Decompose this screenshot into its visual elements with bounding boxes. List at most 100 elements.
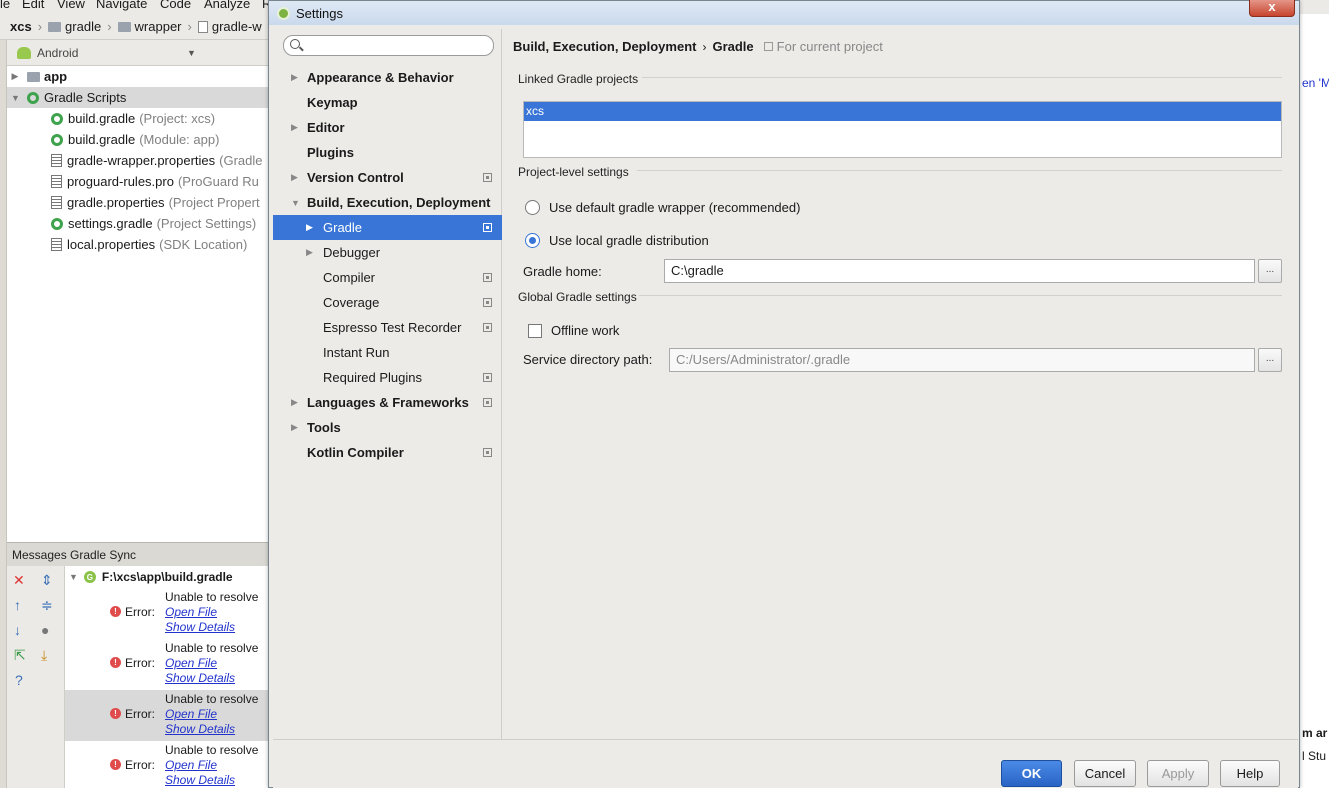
collapse-arrow-icon[interactable]: ▼ [69, 572, 78, 582]
nav-tools[interactable]: ▶ Tools [273, 415, 502, 440]
filter-errors-icon[interactable]: ● [41, 622, 49, 638]
tree-item-gradle-scripts[interactable]: ▼ Gradle Scripts [7, 87, 270, 108]
show-details-link[interactable]: Show Details [165, 722, 235, 736]
nav-instant-run[interactable]: Instant Run [273, 340, 502, 365]
expand-arrow-icon[interactable]: ▶ [291, 397, 298, 408]
close-icon[interactable]: ✕ [13, 572, 25, 589]
message-item[interactable]: ! Error: Unable to resolve Open File Sho… [65, 741, 270, 788]
gradle-icon [51, 133, 63, 146]
offline-work-checkbox-row[interactable]: Offline work [528, 323, 619, 338]
browse-service-directory-button[interactable]: ... [1258, 348, 1282, 372]
list-item[interactable]: xcs [524, 102, 1281, 121]
project-scope-icon [483, 273, 492, 282]
close-button[interactable]: x [1249, 0, 1295, 17]
export-icon[interactable]: ⇱ [14, 647, 26, 664]
expand-arrow-icon[interactable]: ▶ [291, 122, 298, 133]
menu-analyze[interactable]: Analyze [204, 0, 250, 11]
linked-projects-list[interactable]: xcs [523, 101, 1282, 158]
divider [642, 77, 1282, 78]
file-icon [197, 20, 208, 33]
tree-item-file[interactable]: local.properties (SDK Location) [7, 234, 270, 255]
download-icon[interactable]: ⤓ [41, 647, 47, 664]
help-icon[interactable]: ? [15, 672, 23, 688]
collapse-all-icon[interactable]: ≑ [41, 597, 53, 614]
arrow-up-icon[interactable]: ↑ [14, 597, 21, 613]
browse-gradle-home-button[interactable]: ... [1258, 259, 1282, 283]
expand-arrow-icon[interactable]: ▶ [11, 71, 19, 82]
menu-edit[interactable]: Edit [22, 0, 44, 11]
nav-kotlin-compiler[interactable]: Kotlin Compiler [273, 440, 502, 465]
radio-default-wrapper[interactable]: Use default gradle wrapper (recommended) [525, 200, 800, 215]
open-file-link[interactable]: Open File [165, 758, 217, 772]
menu-navigate[interactable]: Navigate [96, 0, 147, 11]
breadcrumb-item[interactable]: wrapper [117, 19, 182, 34]
nav-appearance-behavior[interactable]: ▶ Appearance & Behavior [273, 65, 502, 90]
ok-button[interactable]: OK [1001, 760, 1062, 787]
help-button[interactable]: Help [1220, 760, 1280, 787]
tree-item-file[interactable]: settings.gradle (Project Settings) [7, 213, 270, 234]
nav-plugins[interactable]: Plugins [273, 140, 502, 165]
tree-item-file[interactable]: build.gradle (Project: xcs) [7, 108, 270, 129]
message-item[interactable]: ! Error: Unable to resolve Open File Sho… [65, 639, 270, 690]
tree-item-file[interactable]: proguard-rules.pro (ProGuard Ru [7, 171, 270, 192]
expand-all-icon[interactable]: ⇕ [41, 572, 53, 589]
offline-work-checkbox[interactable] [528, 323, 542, 338]
tree-item-app[interactable]: ▶ app [7, 66, 270, 87]
nav-coverage[interactable]: Coverage [273, 290, 502, 315]
project-view-selector[interactable]: Android ▼ [7, 40, 270, 66]
open-file-link[interactable]: Open File [165, 605, 217, 619]
nav-build-execution-deployment[interactable]: ▼ Build, Execution, Deployment [273, 190, 502, 215]
radio-local-distribution[interactable]: Use local gradle distribution [525, 233, 709, 248]
page-title: Gradle [712, 39, 754, 54]
expand-arrow-icon[interactable]: ▶ [291, 72, 298, 83]
show-details-link[interactable]: Show Details [165, 620, 235, 634]
nav-languages-frameworks[interactable]: ▶ Languages & Frameworks [273, 390, 502, 415]
nav-version-control[interactable]: ▶ Version Control [273, 165, 502, 190]
messages-root[interactable]: ▼ G F:\xcs\app\build.gradle [65, 566, 270, 588]
radio-button[interactable] [525, 200, 540, 215]
chevron-down-icon[interactable]: ▼ [187, 48, 196, 58]
expand-arrow-icon[interactable]: ▶ [306, 222, 313, 233]
nav-espresso-test-recorder[interactable]: Espresso Test Recorder [273, 315, 502, 340]
open-file-link[interactable]: Open File [165, 656, 217, 670]
collapse-arrow-icon[interactable]: ▼ [291, 198, 300, 208]
tree-item-file[interactable]: gradle-wrapper.properties (Gradle [7, 150, 270, 171]
message-item[interactable]: ! Error: Unable to resolve Open File Sho… [65, 690, 270, 741]
tree-item-file[interactable]: gradle.properties (Project Propert [7, 192, 270, 213]
show-details-link[interactable]: Show Details [165, 671, 235, 685]
show-details-link[interactable]: Show Details [165, 773, 235, 787]
radio-button-selected[interactable] [525, 233, 540, 248]
open-file-link[interactable]: Open File [165, 707, 217, 721]
menu-view[interactable]: View [57, 0, 85, 11]
expand-arrow-icon[interactable]: ▶ [291, 422, 298, 433]
menu-file[interactable]: le [0, 0, 10, 11]
breadcrumb-item[interactable]: gradle [48, 19, 101, 34]
arrow-down-icon[interactable]: ↓ [14, 622, 21, 638]
collapse-arrow-icon[interactable]: ▼ [11, 93, 20, 103]
gradle-home-input[interactable]: C:\gradle [664, 259, 1255, 283]
properties-file-icon [51, 238, 62, 251]
message-item[interactable]: ! Error: Unable to resolve Open File Sho… [65, 588, 270, 639]
global-settings-title: Global Gradle settings [518, 290, 637, 304]
tree-item-file[interactable]: build.gradle (Module: app) [7, 129, 270, 150]
left-tool-strip[interactable] [0, 40, 7, 788]
dialog-titlebar[interactable]: Settings x [269, 0, 1299, 25]
menu-code[interactable]: Code [160, 0, 191, 11]
breadcrumb-item[interactable]: gradle-w [197, 19, 262, 34]
editor-fragment[interactable]: en 'M [1302, 76, 1329, 90]
properties-file-icon [51, 196, 62, 209]
cancel-button[interactable]: Cancel [1074, 760, 1136, 787]
messages-tool-window: Messages Gradle Sync ✕ ⇕ ↑ ≑ ↓ ● ⇱ ⤓ ? ▼… [7, 542, 270, 788]
expand-arrow-icon[interactable]: ▶ [306, 247, 313, 258]
nav-compiler[interactable]: Compiler [273, 265, 502, 290]
breadcrumb-item[interactable]: xcs [10, 19, 32, 34]
nav-gradle[interactable]: ▶ Gradle [273, 215, 502, 240]
nav-keymap[interactable]: Keymap [273, 90, 502, 115]
apply-button[interactable]: Apply [1147, 760, 1209, 787]
nav-debugger[interactable]: ▶ Debugger [273, 240, 502, 265]
expand-arrow-icon[interactable]: ▶ [291, 172, 298, 183]
settings-search-input[interactable] [283, 35, 494, 56]
nav-required-plugins[interactable]: Required Plugins [273, 365, 502, 390]
service-directory-input[interactable]: C:/Users/Administrator/.gradle [669, 348, 1255, 372]
nav-editor[interactable]: ▶ Editor [273, 115, 502, 140]
